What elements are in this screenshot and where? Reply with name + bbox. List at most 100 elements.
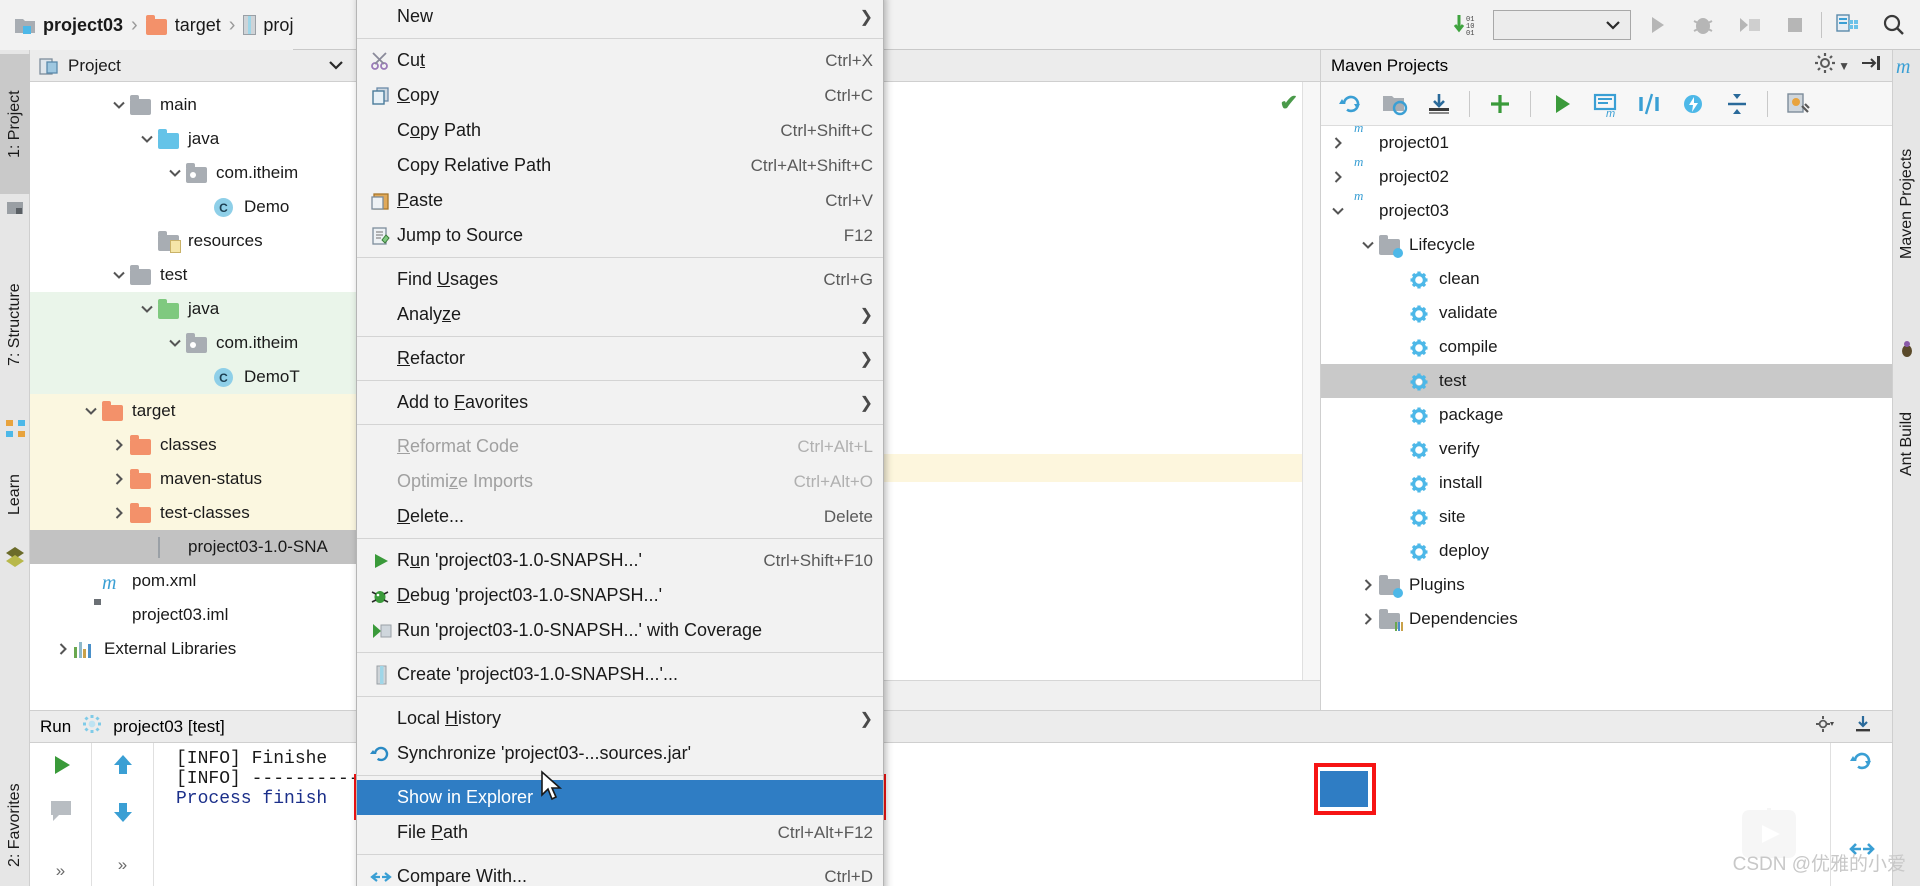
skip-tests-icon[interactable] [1629, 86, 1669, 122]
maven-tree-row[interactable]: deploy [1321, 534, 1892, 568]
menu-item-show-in-explorer[interactable]: Show in Explorer [357, 780, 883, 815]
menu-item-run-project03-1-0-snapsh-with-coverage[interactable]: Run 'project03-1.0-SNAPSH...' with Cover… [357, 613, 883, 648]
run-icon[interactable] [1637, 5, 1677, 45]
breadcrumb-item-jar[interactable]: proj [243, 15, 293, 36]
add-maven-project-icon[interactable] [1480, 86, 1520, 122]
debug-icon[interactable] [1683, 5, 1723, 45]
tree-twisty-icon[interactable] [108, 472, 130, 486]
tree-twisty-icon[interactable] [52, 642, 74, 656]
maven-tree[interactable]: project01 project02 project03 Lifecycle clea… [1321, 126, 1892, 636]
menu-item-local-history[interactable]: Local History ❯ [357, 701, 883, 736]
tree-twisty-icon[interactable] [136, 132, 158, 146]
menu-item-new[interactable]: New ❯ [357, 0, 883, 34]
menu-item-copy[interactable]: Copy Ctrl+C [357, 78, 883, 113]
project-tree-row[interactable]: main [30, 88, 399, 122]
menu-item-run-project03-1-0-snapsh[interactable]: Run 'project03-1.0-SNAPSH...' Ctrl+Shift+… [357, 543, 883, 578]
run-with-coverage-icon[interactable] [1729, 5, 1769, 45]
menu-item-add-to-favorites[interactable]: Add to Favorites ❯ [357, 385, 883, 420]
menu-item-file-path[interactable]: File Path Ctrl+Alt+F12 [357, 815, 883, 850]
menu-item-create-project03-1-0-snapsh[interactable]: Create 'project03-1.0-SNAPSH...'... [357, 657, 883, 692]
maven-tree-row[interactable]: package [1321, 398, 1892, 432]
tree-twisty-icon[interactable] [136, 302, 158, 316]
rerun-icon[interactable] [46, 751, 76, 784]
expand-more-icon[interactable]: » [118, 855, 127, 875]
tree-twisty-icon[interactable] [1357, 612, 1379, 626]
sidebar-item-project[interactable]: 1: Project [0, 54, 30, 194]
tree-twisty-icon[interactable] [108, 438, 130, 452]
project-tree-row[interactable]: maven-status [30, 462, 399, 496]
menu-item-analyze[interactable]: Analyze ❯ [357, 297, 883, 332]
sidebar-item-ant-build[interactable]: Ant Build [1893, 364, 1920, 524]
comment-icon[interactable] [47, 798, 75, 829]
tree-twisty-icon[interactable] [1357, 578, 1379, 592]
project-tree-row[interactable]: project03-1.0-SNA [30, 530, 399, 564]
execute-goal-icon[interactable] [1673, 86, 1713, 122]
tree-twisty-icon[interactable] [164, 336, 186, 350]
tree-twisty-icon[interactable] [164, 166, 186, 180]
compile-icon[interactable]: 01 10 01 [1447, 5, 1487, 45]
maven-tree-row[interactable]: compile [1321, 330, 1892, 364]
menu-item-jump-to-source[interactable]: Jump to Source F12 [357, 218, 883, 253]
tree-twisty-icon[interactable] [1327, 204, 1349, 218]
tree-twisty-icon[interactable] [108, 98, 130, 112]
tree-twisty-icon[interactable] [108, 268, 130, 282]
maven-settings-icon[interactable] [1778, 86, 1818, 122]
project-tree-row[interactable]: test [30, 258, 399, 292]
gear-icon[interactable] [1814, 52, 1836, 79]
sidebar-item-learn[interactable]: Learn [0, 450, 30, 540]
maven-tree-row[interactable]: Lifecycle [1321, 228, 1892, 262]
run-configuration-select[interactable] [1493, 10, 1631, 40]
project-tree-row[interactable]: test-classes [30, 496, 399, 530]
tree-twisty-icon[interactable] [1357, 238, 1379, 252]
project-tree-row[interactable]: com.itheim [30, 326, 399, 360]
chevron-down-icon[interactable]: ▼ [1838, 59, 1850, 73]
export-icon[interactable] [1852, 714, 1874, 739]
menu-item-debug-project03-1-0-snapsh[interactable]: Debug 'project03-1.0-SNAPSH...' [357, 578, 883, 613]
project-tree-row[interactable]: project03.iml [30, 598, 399, 632]
down-arrow-icon[interactable] [109, 798, 137, 831]
tree-twisty-icon[interactable] [80, 404, 102, 418]
rerun-tests-icon[interactable] [1847, 747, 1877, 780]
maven-tree-row[interactable]: clean [1321, 262, 1892, 296]
menu-item-synchronize-project03-sources-jar[interactable]: Synchronize 'project03-...sources.jar' [357, 736, 883, 771]
tree-twisty-icon[interactable] [1327, 136, 1349, 150]
project-tree-row[interactable]: resources [30, 224, 399, 258]
breadcrumb-item-project03[interactable]: project03 [14, 15, 123, 36]
menu-item-refactor[interactable]: Refactor ❯ [357, 341, 883, 376]
generate-sources-icon[interactable] [1375, 86, 1415, 122]
stop-icon[interactable] [1775, 5, 1815, 45]
breadcrumb-item-target[interactable]: target [145, 15, 221, 36]
context-menu[interactable]: New ❯ Cut Ctrl+X Copy Ctrl+C Copy Path Ctrl+Shi… [356, 0, 884, 886]
sidebar-item-favorites[interactable]: 2: Favorites [0, 750, 30, 886]
maven-tree-row[interactable]: site [1321, 500, 1892, 534]
run-maven-build-icon[interactable] [1541, 86, 1581, 122]
maven-tree-row[interactable]: Plugins [1321, 568, 1892, 602]
reimport-icon[interactable] [1331, 86, 1371, 122]
maven-tree-row[interactable]: project03 [1321, 194, 1892, 228]
hide-panel-icon[interactable] [1860, 53, 1882, 78]
menu-item-delete[interactable]: Delete... Delete [357, 499, 883, 534]
download-sources-icon[interactable] [1419, 86, 1459, 122]
sidebar-item-maven-projects[interactable]: Maven Projects [1893, 84, 1920, 324]
maven-tree-row[interactable]: project01 [1321, 126, 1892, 160]
menu-item-cut[interactable]: Cut Ctrl+X [357, 43, 883, 78]
tree-twisty-icon[interactable] [108, 506, 130, 520]
maven-tree-row[interactable]: project02 [1321, 160, 1892, 194]
menu-item-copy-relative-path[interactable]: Copy Relative Path Ctrl+Alt+Shift+C [357, 148, 883, 183]
maven-tree-row[interactable]: verify [1321, 432, 1892, 466]
project-tree-row[interactable]: C Demo [30, 190, 399, 224]
tree-twisty-icon[interactable] [1327, 170, 1349, 184]
search-icon[interactable] [1874, 5, 1914, 45]
maven-tree-row[interactable]: validate [1321, 296, 1892, 330]
project-tree-row[interactable]: com.itheim [30, 156, 399, 190]
project-tree-row[interactable]: java [30, 292, 399, 326]
maven-tree-row[interactable]: test [1321, 364, 1892, 398]
up-arrow-icon[interactable] [109, 751, 137, 784]
menu-item-compare-with[interactable]: Compare With... Ctrl+D [357, 859, 883, 886]
menu-item-paste[interactable]: Paste Ctrl+V [357, 183, 883, 218]
menu-item-find-usages[interactable]: Find Usages Ctrl+G [357, 262, 883, 297]
collapse-all-icon[interactable] [1717, 86, 1757, 122]
menu-item-copy-path[interactable]: Copy Path Ctrl+Shift+C [357, 113, 883, 148]
project-tree-row[interactable]: java [30, 122, 399, 156]
maven-tree-row[interactable]: install [1321, 466, 1892, 500]
